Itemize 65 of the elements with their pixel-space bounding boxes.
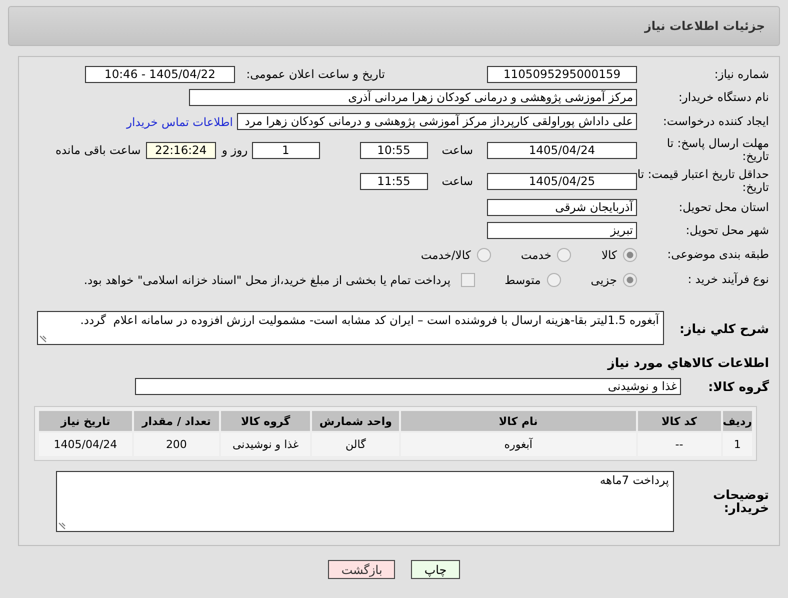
table-cell: گالن [312,433,400,456]
section-title: اطلاعات كالاهاي مورد نياز [608,354,769,370]
buyer-notes-field: پرداخت 7ماهه [56,470,674,532]
checkbox[interactable] [460,272,475,286]
resize-grip-icon [39,335,47,343]
days-label: روز و [222,143,248,157]
remaining-label: ساعت باقی مانده [56,143,141,157]
buyer-org-field: مرکز آموزشی پژوهشی و درمانی کودکان زهرا مردانی آذری [189,89,637,106]
radio-button[interactable] [546,272,561,286]
announce-date-field: 1405/04/22 - 10:46 [85,66,235,83]
column-header: نام کالا [401,411,636,431]
back-button[interactable]: بازگشت [328,560,396,579]
goods-group-field: غذا و نوشیدنی [135,378,681,394]
table-cell: 200 [134,433,219,456]
field-label: شماره نیاز: [713,68,769,81]
column-header: ردیف [722,411,752,431]
radio-label: کالا/خدمت [420,248,471,262]
province-field: آذربایجان شرقی [487,199,637,216]
resize-grip-icon [58,522,66,530]
field-label: شرح كلي نياز: [678,322,769,334]
contact-link[interactable]: اطلاعات تماس خریدار [126,114,233,128]
table-cell: 1 [722,433,752,456]
field-label: ایجاد کننده درخواست: [662,115,769,128]
radio-button[interactable] [476,248,491,262]
column-header: کد کالا [638,411,721,431]
need-number-field: 1105095295000159 [487,66,637,83]
field-label: مهلت ارسال پاسخ: تا تاریخ: [666,137,769,163]
validity-time-field: 11:55 [360,172,428,190]
radio-label: متوسط [504,272,541,286]
radio-button[interactable] [623,248,637,262]
days-field: 1 [252,142,320,158]
remaining-time-field: 22:16:24 [146,142,216,158]
table-cell: 1405/04/24 [39,433,132,456]
table-cell: غذا و نوشیدنی [220,433,310,456]
field-label: توضیحات خریدار: [712,488,769,514]
print-button[interactable]: چاپ [411,560,460,579]
deadline-time-field: 10:55 [360,142,428,158]
radio-button[interactable] [557,248,572,262]
field-label: حداقل تاریخ اعتبار قیمت: تا تاریخ: [637,168,769,194]
deadline-date-field: 1405/04/24 [487,142,637,158]
city-field: تبریز [487,222,637,239]
field-label: نوع فرآیند خرید : [686,273,769,286]
field-label: طبقه بندی موضوعی: [666,248,769,261]
column-header: گروه کالا [220,411,310,431]
column-header: واحد شمارش [312,411,400,431]
radio-label: کالا [601,248,617,262]
column-header: تعداد / مقدار [134,411,219,431]
time-label: ساعت [442,174,473,188]
table-cell: -- [638,433,721,456]
table-cell: آبغوره [401,433,636,456]
checkbox-label: پرداخت تمام یا بخشی از مبلغ خرید،از محل "اسناد خزانه اسلامی" خواهد بود. [84,272,451,286]
column-header: تاریخ نیاز [39,411,132,431]
field-label: تاریخ و ساعت اعلان عمومی: [245,68,385,81]
radio-label: جزیی [590,272,617,286]
page-title: جزئیات اطلاعات نیاز [644,19,765,33]
field-label: نام دستگاه خریدار: [677,91,769,104]
field-label: استان محل تحویل: [678,201,769,214]
field-label: گروه کالا: [707,380,769,392]
description-field: آبغوره 1.5لیتر بقا-هزینه ارسال با فروشنده است – ایران کد مشابه است- مشمولیت ارزش افزوده در سامانه اعلام گردد. [37,311,664,345]
radio-label: خدمت [520,248,552,262]
requester-field: علی داداش پوراولقی کارپرداز مرکز آموزشی پژوهشی و درمانی کودکان زهرا مرد [237,113,637,130]
radio-button[interactable] [623,272,637,286]
time-label: ساعت [442,143,473,157]
field-label: شهر محل تحویل: [684,224,769,237]
validity-date-field: 1405/04/25 [487,172,637,190]
